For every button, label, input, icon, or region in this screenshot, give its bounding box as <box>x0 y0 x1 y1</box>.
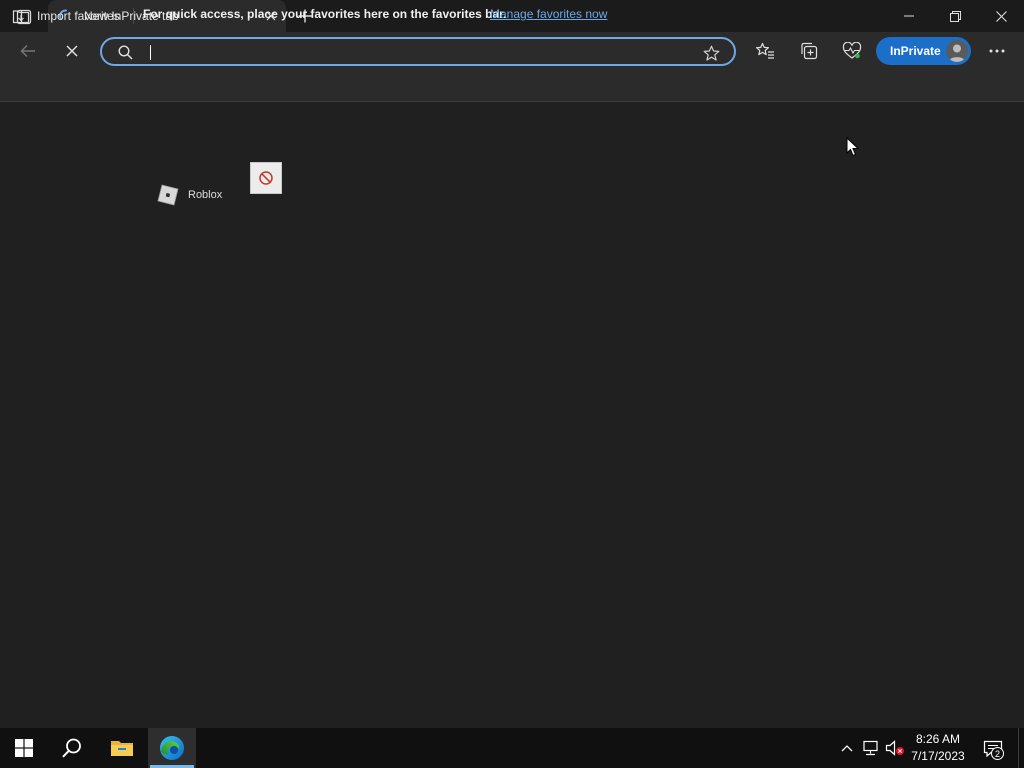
address-bar[interactable] <box>100 37 736 66</box>
edge-taskbar-button[interactable] <box>148 728 196 768</box>
roblox-tile-label[interactable]: Roblox <box>188 189 222 201</box>
collections-icon <box>801 42 818 60</box>
clock-date: 7/17/2023 <box>911 749 965 763</box>
minimize-button[interactable] <box>886 0 932 32</box>
clock-time: 8:26 AM <box>915 732 961 746</box>
close-window-button[interactable] <box>978 0 1024 32</box>
volume-button[interactable] <box>884 734 906 762</box>
search-icon <box>116 43 134 61</box>
import-favorites-icon <box>12 10 30 24</box>
restore-icon <box>949 10 961 22</box>
file-explorer-icon <box>111 741 133 756</box>
file-explorer-button[interactable] <box>98 728 146 768</box>
edge-icon <box>160 736 184 760</box>
collections-button[interactable] <box>794 37 824 65</box>
network-button[interactable] <box>860 734 882 762</box>
volume-muted-icon <box>885 740 904 756</box>
favorites-divider <box>133 8 134 24</box>
favorites-icon <box>756 42 774 59</box>
action-center-button[interactable]: 2 <box>978 734 1008 764</box>
start-button[interactable] <box>0 728 48 768</box>
roblox-logo-icon[interactable] <box>156 184 180 206</box>
chevron-up-icon <box>841 745 853 752</box>
show-hidden-icons-button[interactable] <box>836 734 858 762</box>
inprivate-label: InPrivate <box>890 44 941 58</box>
browser-essentials-button[interactable] <box>837 37 867 65</box>
favorites-button[interactable] <box>750 37 780 65</box>
search-icon <box>62 738 81 758</box>
taskbar-clock[interactable]: 8:26 AM 7/17/2023 <box>906 731 970 765</box>
settings-and-more-button[interactable] <box>982 37 1012 65</box>
minimize-icon <box>904 15 914 17</box>
inprivate-profile-button[interactable]: InPrivate <box>876 37 971 65</box>
network-icon <box>863 740 878 756</box>
text-caret <box>150 45 151 60</box>
close-icon <box>995 10 1007 22</box>
add-favorite-star-icon[interactable] <box>700 43 722 63</box>
stop-icon <box>66 45 78 57</box>
back-arrow-icon <box>20 45 35 57</box>
favorites-bar <box>0 70 1024 102</box>
show-desktop-button[interactable] <box>1018 728 1024 768</box>
manage-favorites-link[interactable]: Manage favorites now <box>490 7 607 21</box>
back-button[interactable] <box>13 37 43 65</box>
stop-loading-button[interactable] <box>57 37 87 65</box>
taskbar-search-button[interactable] <box>48 728 96 768</box>
favorites-hint-text: For quick access, place your favorites h… <box>143 7 507 21</box>
more-dots-icon <box>989 49 1005 53</box>
address-input[interactable] <box>148 42 668 62</box>
windows-start-icon <box>15 739 33 757</box>
notification-count-badge: 2 <box>991 747 1004 760</box>
heart-pulse-icon <box>842 42 862 59</box>
import-favorites-button[interactable]: Import favorites <box>12 6 120 26</box>
blocked-icon[interactable] <box>250 162 282 194</box>
avatar <box>946 40 968 62</box>
mouse-cursor-icon <box>846 136 860 157</box>
import-favorites-label: Import favorites <box>37 9 120 23</box>
restore-button[interactable] <box>932 0 978 32</box>
page-content <box>0 103 1024 728</box>
